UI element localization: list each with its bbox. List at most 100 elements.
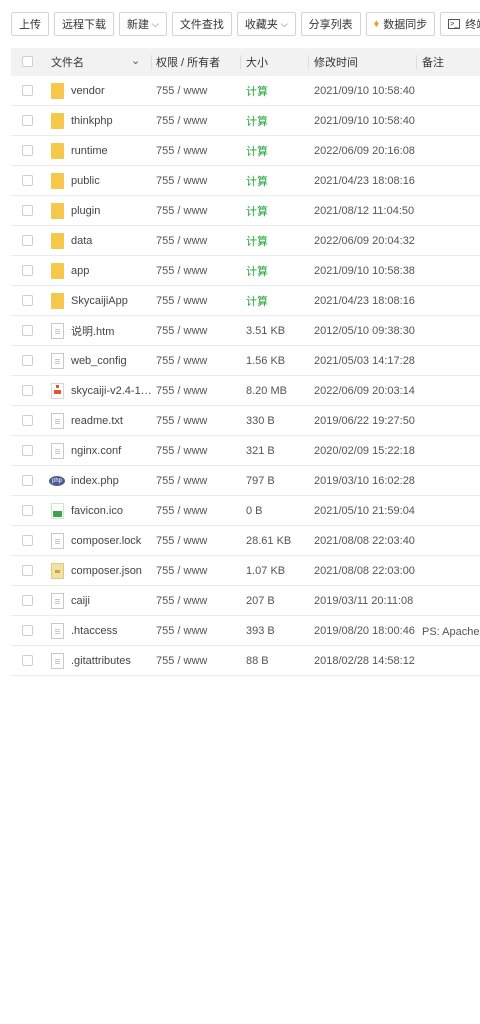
row-checkbox[interactable] [22,295,33,306]
file-name[interactable]: favicon.ico [71,505,161,517]
table-row[interactable]: php index.php 755 / www 797 B 2019/03/10 16:… [11,466,480,496]
select-all-checkbox[interactable] [22,56,33,67]
file-permission[interactable]: 755 / www [156,565,207,577]
file-name[interactable]: web_config [71,355,161,367]
table-row[interactable]: favicon.ico 755 / www 0 B 2021/05/10 21:59:… [11,496,480,526]
file-name[interactable]: data [71,235,161,247]
row-checkbox[interactable] [22,85,33,96]
terminal-button[interactable]: >_ 终端 [440,12,480,36]
file-name[interactable]: thinkphp [71,115,161,127]
file-name[interactable]: public [71,175,161,187]
row-checkbox[interactable] [22,235,33,246]
row-checkbox[interactable] [22,655,33,666]
row-checkbox[interactable] [22,325,33,336]
file-size[interactable]: 计算 [246,263,268,279]
table-row[interactable]: composer.json 755 / www 1.07 KB 2021/08/08 … [11,556,480,586]
file-name[interactable]: runtime [71,145,161,157]
file-permission[interactable]: 755 / www [156,415,207,427]
file-size[interactable]: 计算 [246,203,268,219]
data-sync-button[interactable]: ♦ 数据同步 [365,12,436,36]
row-checkbox[interactable] [22,115,33,126]
file-name[interactable]: vendor [71,85,161,97]
file-permission[interactable]: 755 / www [156,475,207,487]
table-row[interactable]: nginx.conf 755 / www 321 B 2020/02/09 15:22… [11,436,480,466]
file-name[interactable]: skycaiji-v2.4-1… [71,385,161,397]
header-mtime[interactable]: 修改时间 [314,54,358,70]
header-note[interactable]: 备注 [422,54,444,70]
file-permission[interactable]: 755 / www [156,85,207,97]
file-name[interactable]: .gitattributes [71,655,161,667]
file-size[interactable]: 计算 [246,233,268,249]
file-permission[interactable]: 755 / www [156,385,207,397]
file-permission[interactable]: 755 / www [156,175,207,187]
table-row[interactable]: public 755 / www 计算 2021/04/23 18:08:16 [11,166,480,196]
file-name[interactable]: caiji [71,595,161,607]
file-permission[interactable]: 755 / www [156,595,207,607]
table-row[interactable]: composer.lock 755 / www 28.61 KB 2021/08/08… [11,526,480,556]
header-size[interactable]: 大小 [246,54,268,70]
table-row[interactable]: .htaccess 755 / www 393 B 2019/08/20 18:00:… [11,616,480,646]
table-row[interactable]: plugin 755 / www 计算 2021/08/12 11:04:50 [11,196,480,226]
table-row[interactable]: skycaiji-v2.4-1… 755 / www 8.20 MB 2022/06/… [11,376,480,406]
table-row[interactable]: app 755 / www 计算 2021/09/10 10:58:38 [11,256,480,286]
file-name[interactable]: 说明.htm [71,323,161,339]
table-row[interactable]: .gitattributes 755 / www 88 B 2018/02/28 14… [11,646,480,676]
header-perm[interactable]: 权限 / 所有者 [156,54,220,70]
file-size[interactable]: 计算 [246,83,268,99]
row-checkbox[interactable] [22,475,33,486]
file-size[interactable]: 计算 [246,113,268,129]
table-row[interactable]: vendor 755 / www 计算 2021/09/10 10:58:40 [11,76,480,106]
file-size[interactable]: 计算 [246,293,268,309]
row-checkbox[interactable] [22,565,33,576]
row-checkbox[interactable] [22,175,33,186]
file-name[interactable]: index.php [71,475,161,487]
file-permission[interactable]: 755 / www [156,505,207,517]
file-permission[interactable]: 755 / www [156,235,207,247]
file-permission[interactable]: 755 / www [156,325,207,337]
header-name[interactable]: 文件名 [51,54,84,70]
row-checkbox[interactable] [22,415,33,426]
file-permission[interactable]: 755 / www [156,115,207,127]
row-checkbox[interactable] [22,385,33,396]
row-checkbox[interactable] [22,265,33,276]
new-button[interactable]: 新建 ⌵ [119,12,167,36]
remote-download-button[interactable]: 远程下载 [54,12,114,36]
favorites-button[interactable]: 收藏夹 ⌵ [236,12,296,36]
table-row[interactable]: 说明.htm 755 / www 3.51 KB 2012/05/10 09:38:3… [11,316,480,346]
file-name[interactable]: nginx.conf [71,445,161,457]
table-row[interactable]: caiji 755 / www 207 B 2019/03/11 20:11:08 [11,586,480,616]
row-checkbox[interactable] [22,625,33,636]
file-permission[interactable]: 755 / www [156,625,207,637]
row-checkbox[interactable] [22,505,33,516]
file-size[interactable]: 计算 [246,173,268,189]
file-permission[interactable]: 755 / www [156,145,207,157]
file-name[interactable]: plugin [71,205,161,217]
file-search-button[interactable]: 文件查找 [171,12,232,36]
table-row[interactable]: readme.txt 755 / www 330 B 2019/06/22 19:27… [11,406,480,436]
file-permission[interactable]: 755 / www [156,535,207,547]
table-row[interactable]: runtime 755 / www 计算 2022/06/09 20:16:08 [11,136,480,166]
file-size[interactable]: 计算 [246,143,268,159]
table-row[interactable]: web_config 755 / www 1.56 KB 2021/05/03 14:… [11,346,480,376]
row-checkbox[interactable] [22,535,33,546]
table-row[interactable]: SkycaijiApp 755 / www 计算 2021/04/23 18:08:1… [11,286,480,316]
row-checkbox[interactable] [22,355,33,366]
file-name[interactable]: readme.txt [71,415,161,427]
row-checkbox[interactable] [22,205,33,216]
file-name[interactable]: composer.lock [71,535,161,547]
file-permission[interactable]: 755 / www [156,295,207,307]
file-permission[interactable]: 755 / www [156,355,207,367]
file-note[interactable]: PS: Apache用 [422,623,480,639]
file-permission[interactable]: 755 / www [156,205,207,217]
file-name[interactable]: SkycaijiApp [71,295,161,307]
sort-chevron-icon[interactable]: ⌄ [131,54,140,67]
file-name[interactable]: composer.json [71,565,161,577]
share-list-button[interactable]: 分享列表 [300,12,361,36]
row-checkbox[interactable] [22,145,33,156]
row-checkbox[interactable] [22,595,33,606]
file-name[interactable]: .htaccess [71,625,161,637]
table-row[interactable]: thinkphp 755 / www 计算 2021/09/10 10:58:40 [11,106,480,136]
row-checkbox[interactable] [22,445,33,456]
file-permission[interactable]: 755 / www [156,265,207,277]
file-permission[interactable]: 755 / www [156,655,207,667]
